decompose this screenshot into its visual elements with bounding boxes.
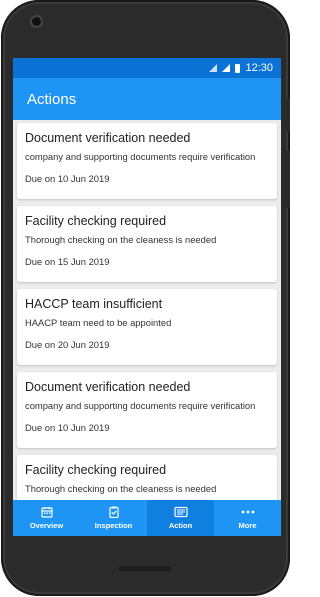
action-due-date: Due on 15 Jun 2019 bbox=[25, 256, 110, 267]
action-title: Facility checking required bbox=[25, 214, 167, 228]
action-description: company and supporting documents require… bbox=[25, 400, 256, 411]
bottom-nav: Overview Inspection Action More bbox=[13, 500, 281, 536]
clipboard-check-icon bbox=[108, 506, 120, 518]
calendar-icon bbox=[40, 506, 53, 518]
nav-label: Inspection bbox=[94, 521, 133, 530]
page-title: Actions bbox=[27, 90, 77, 108]
signal-icon bbox=[222, 64, 231, 72]
status-bar: 12:30 bbox=[13, 58, 281, 78]
screen: 12:30 Actions Document verification need… bbox=[13, 58, 281, 536]
action-title: Document verification needed bbox=[25, 380, 191, 394]
action-description: HAACP team need to be appointed bbox=[25, 317, 172, 328]
action-card[interactable]: Facility checking required Thorough chec… bbox=[17, 206, 277, 282]
nav-label: More bbox=[238, 521, 257, 530]
action-card[interactable]: HACCP team insufficient HAACP team need … bbox=[17, 289, 277, 365]
action-due-date: Due on 10 Jun 2019 bbox=[25, 173, 110, 184]
action-title: Facility checking required bbox=[25, 463, 167, 477]
phone-frame: 12:30 Actions Document verification need… bbox=[1, 0, 290, 596]
nav-label: Action bbox=[168, 521, 193, 530]
power-button bbox=[286, 150, 290, 208]
action-list: Document verification needed company and… bbox=[13, 120, 281, 531]
action-due-date: Due on 20 Jun 2019 bbox=[25, 339, 110, 350]
action-card[interactable]: Document verification needed company and… bbox=[17, 372, 277, 448]
action-title: HACCP team insufficient bbox=[25, 297, 163, 311]
battery-icon bbox=[235, 63, 241, 73]
volume-button bbox=[286, 98, 290, 132]
front-camera bbox=[32, 17, 41, 26]
action-description: Thorough checking on the cleaness is nee… bbox=[25, 483, 217, 494]
app-bar: Actions bbox=[13, 78, 281, 120]
action-description: Thorough checking on the cleaness is nee… bbox=[25, 234, 217, 245]
action-description: company and supporting documents require… bbox=[25, 151, 256, 162]
nav-action[interactable]: Action bbox=[147, 500, 214, 536]
nav-inspection[interactable]: Inspection bbox=[80, 500, 147, 536]
nav-label: Overview bbox=[29, 521, 64, 530]
nav-overview[interactable]: Overview bbox=[13, 500, 80, 536]
list-card-icon bbox=[173, 506, 188, 518]
speaker-grille bbox=[119, 566, 171, 571]
action-card[interactable]: Document verification needed company and… bbox=[17, 123, 277, 199]
status-time: 12:30 bbox=[245, 62, 273, 74]
action-title: Document verification needed bbox=[25, 131, 191, 145]
more-dots-icon bbox=[241, 506, 255, 518]
nav-more[interactable]: More bbox=[214, 500, 281, 536]
action-due-date: Due on 10 Jun 2019 bbox=[25, 422, 110, 433]
wifi-icon bbox=[209, 64, 218, 72]
